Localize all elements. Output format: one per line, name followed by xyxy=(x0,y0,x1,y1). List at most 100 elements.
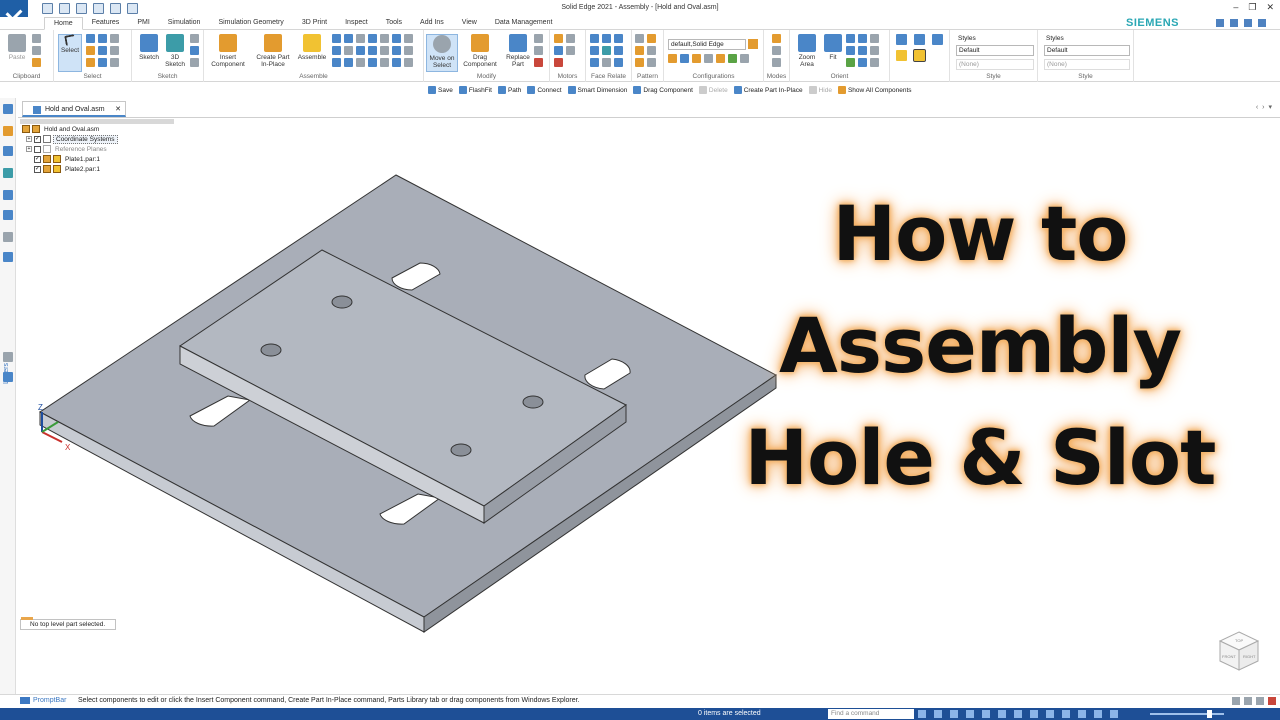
cmd-smart-dimension[interactable]: Smart Dimension xyxy=(567,86,627,94)
path-icon[interactable] xyxy=(332,58,341,67)
hole-3[interactable] xyxy=(522,395,544,409)
hole-2[interactable] xyxy=(260,343,282,357)
render-icon[interactable] xyxy=(896,50,907,61)
sketch-tools-icon[interactable] xyxy=(190,58,199,67)
symmetric-icon[interactable] xyxy=(614,46,623,55)
hole-4[interactable] xyxy=(450,443,472,457)
properties-icon[interactable] xyxy=(110,58,119,67)
help-topic-icon[interactable] xyxy=(3,146,13,156)
cmd-save[interactable]: Save xyxy=(428,86,453,94)
motor-more-icon[interactable] xyxy=(566,46,575,55)
viewcube-front-label[interactable]: FRONT xyxy=(1222,654,1236,659)
connect-icon[interactable] xyxy=(392,34,401,43)
simulate-motor-icon[interactable] xyxy=(554,46,563,55)
cam-icon[interactable] xyxy=(344,46,353,55)
find-command-input[interactable]: Find a command xyxy=(828,709,914,719)
swap-icon[interactable] xyxy=(368,58,377,67)
spin-status-icon[interactable] xyxy=(1014,710,1022,718)
tab-3d-print[interactable]: 3D Print xyxy=(293,17,336,30)
pathfinder-icon[interactable] xyxy=(3,104,13,114)
wire-icon[interactable] xyxy=(190,46,199,55)
tab-simulation[interactable]: Simulation xyxy=(159,17,210,30)
config-2-icon[interactable] xyxy=(680,54,689,63)
rel-more-icon[interactable] xyxy=(404,58,413,67)
config-options-icon[interactable] xyxy=(748,39,758,49)
mate-icon[interactable] xyxy=(332,34,341,43)
shading-status-icon[interactable] xyxy=(1062,710,1070,718)
style-sub-select-1[interactable]: (None) xyxy=(956,59,1034,70)
coplanar-icon[interactable] xyxy=(590,34,599,43)
configurations-select[interactable]: default,Solid Edge xyxy=(668,39,746,50)
zoom-slider[interactable] xyxy=(1150,713,1224,715)
rotate-status-icon[interactable] xyxy=(998,710,1006,718)
inquire-icon[interactable] xyxy=(98,58,107,67)
fit-status-icon[interactable] xyxy=(966,710,974,718)
show-icon[interactable] xyxy=(86,46,95,55)
format-painter-icon[interactable] xyxy=(32,58,41,67)
render-status-icon[interactable] xyxy=(1110,710,1118,718)
view-orient-icon[interactable] xyxy=(1046,710,1054,718)
pan-status-icon[interactable] xyxy=(982,710,990,718)
links-icon[interactable] xyxy=(3,232,13,242)
view-4-icon[interactable] xyxy=(858,58,867,67)
cmd-show-all-components[interactable]: Show All Components xyxy=(837,86,912,94)
view-1-icon[interactable] xyxy=(846,46,855,55)
axial-align-icon[interactable] xyxy=(356,34,365,43)
config-1-icon[interactable] xyxy=(668,54,677,63)
tab-inspect[interactable]: Inspect xyxy=(336,17,377,30)
pattern-more-icon[interactable] xyxy=(635,58,644,67)
help-icon[interactable] xyxy=(1244,19,1252,27)
paste-button[interactable]: Paste xyxy=(6,34,28,61)
view-5-icon[interactable] xyxy=(870,58,879,67)
tab-data-management[interactable]: Data Management xyxy=(486,17,562,30)
render-active-icon[interactable] xyxy=(913,49,926,62)
cmd-create-part-in-place[interactable]: Create Part In-Place xyxy=(733,86,803,94)
explode-icon[interactable] xyxy=(3,372,13,382)
select-tools-icon[interactable] xyxy=(98,34,107,43)
pan-icon[interactable] xyxy=(858,34,867,43)
display-icon[interactable] xyxy=(1094,710,1102,718)
rigid-set-icon[interactable] xyxy=(392,46,401,55)
center-plane-icon[interactable] xyxy=(380,46,389,55)
wireframe-icon[interactable] xyxy=(932,34,943,45)
flashfit-icon[interactable] xyxy=(356,58,365,67)
font-larger-icon[interactable] xyxy=(1244,697,1252,705)
insert-component-button[interactable]: Insert Component xyxy=(208,34,248,68)
document-tab[interactable]: Hold and Oval.asm ✕ xyxy=(22,101,126,117)
tangent-icon[interactable] xyxy=(332,46,341,55)
lock-icon[interactable] xyxy=(392,58,401,67)
ground-icon[interactable] xyxy=(404,46,413,55)
draw-icon[interactable] xyxy=(190,34,199,43)
ribbon-options-icon[interactable] xyxy=(1230,19,1238,27)
zoom-slider-handle[interactable] xyxy=(1207,710,1212,718)
hole-1[interactable] xyxy=(331,295,353,309)
parallel-face-icon[interactable] xyxy=(602,34,611,43)
viewcube-top-label[interactable]: TOP xyxy=(1235,638,1243,643)
cmd-connect[interactable]: Connect xyxy=(527,86,562,94)
view-2-icon[interactable] xyxy=(858,46,867,55)
copy-icon[interactable] xyxy=(32,46,41,55)
shaded-edges-icon[interactable] xyxy=(896,34,907,45)
face-more-icon[interactable] xyxy=(602,58,611,67)
replace-part-button[interactable]: Replace Part xyxy=(502,34,534,68)
section-icon[interactable] xyxy=(1078,710,1086,718)
tab-view[interactable]: View xyxy=(453,17,486,30)
offset-face-icon[interactable] xyxy=(590,58,599,67)
angle-icon[interactable] xyxy=(404,34,413,43)
mirror-icon[interactable] xyxy=(647,34,656,43)
aligned-icon[interactable] xyxy=(614,58,623,67)
config-7-icon[interactable] xyxy=(740,54,749,63)
feature-library-icon[interactable] xyxy=(3,168,13,178)
motor-icon[interactable] xyxy=(554,34,563,43)
sensors-icon[interactable] xyxy=(3,190,13,200)
go-icon[interactable] xyxy=(918,710,926,718)
tangent-face-icon[interactable] xyxy=(602,46,611,55)
layers-icon[interactable] xyxy=(3,252,13,262)
show-only-icon[interactable] xyxy=(86,58,95,67)
pattern-extra-icon[interactable] xyxy=(647,58,656,67)
insert-rel-icon[interactable] xyxy=(368,34,377,43)
style-select-2[interactable]: Default xyxy=(1044,45,1130,56)
mode-3-icon[interactable] xyxy=(772,58,781,67)
restore-button[interactable]: ❐ xyxy=(1248,2,1256,13)
rel-tools-icon[interactable] xyxy=(344,58,353,67)
